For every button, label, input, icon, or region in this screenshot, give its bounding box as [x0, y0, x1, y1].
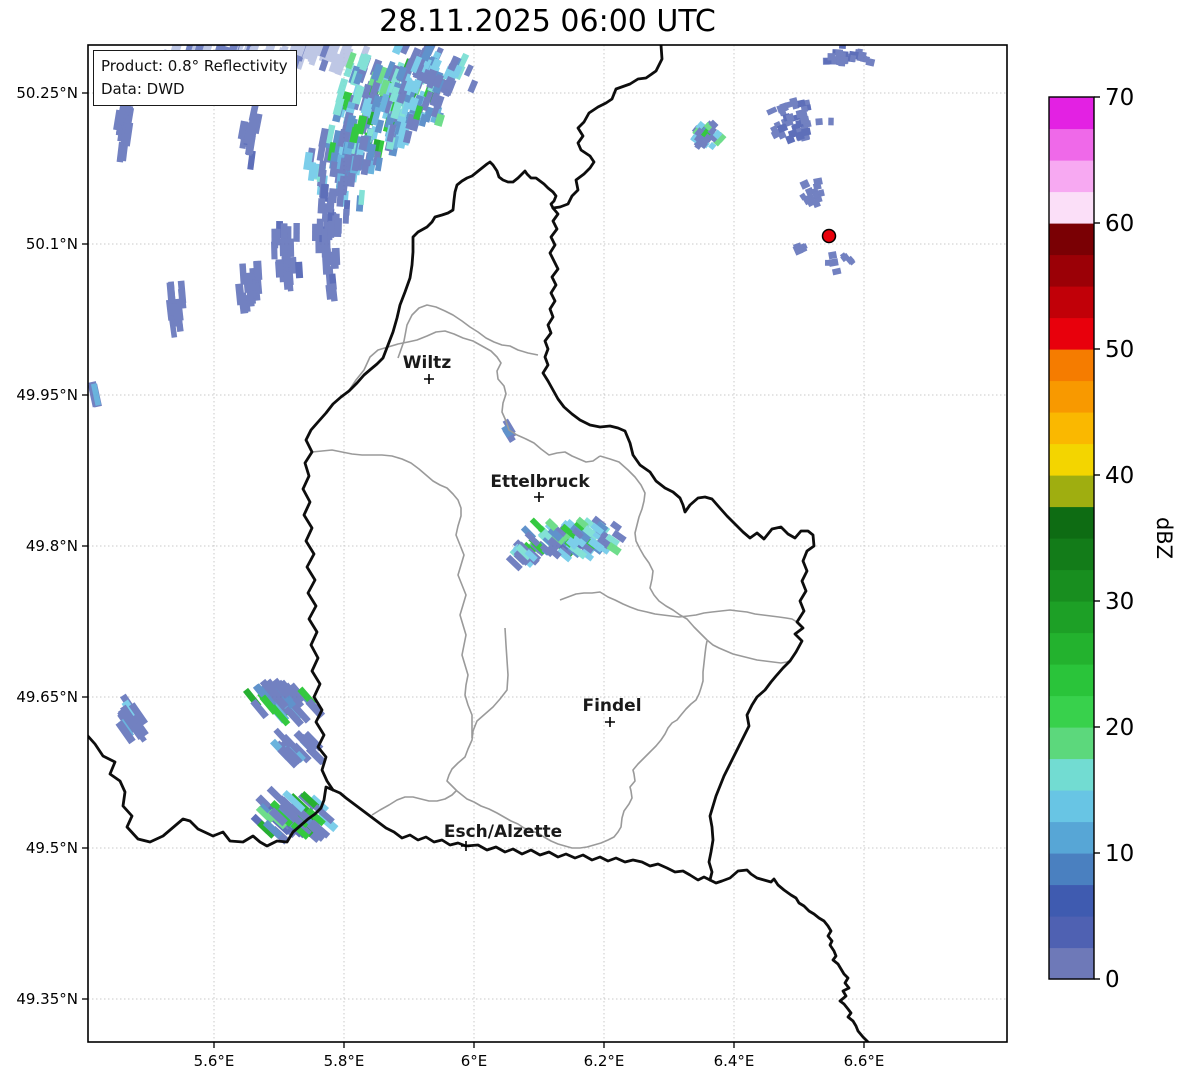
echo-cell — [849, 54, 857, 63]
colorbar-segment — [1049, 916, 1094, 949]
city-label: Wiltz — [403, 353, 452, 373]
colorbar-segment — [1049, 380, 1094, 413]
city-label: Ettelbruck — [490, 472, 590, 492]
colorbar-tick-label: 70 — [1105, 85, 1134, 111]
colorbar-segment — [1049, 223, 1094, 256]
colorbar-segment — [1049, 853, 1094, 886]
lon-tick-label: 6.2°E — [584, 1052, 625, 1070]
colorbar-segment — [1049, 569, 1094, 602]
colorbar-segment — [1049, 695, 1094, 728]
lon-tick-label: 5.6°E — [194, 1052, 235, 1070]
echo-cell — [317, 198, 326, 214]
colorbar-segment — [1049, 286, 1094, 319]
echo-cell — [321, 228, 328, 247]
echo-cell — [342, 208, 350, 224]
echo-cell — [828, 117, 834, 126]
echo-cell — [800, 105, 809, 113]
map-plot: 5.6°E 5.8°E 6°E 6.2°E 6.4°E 6.6°E 50.25°N 50.1°… — [16, 44, 1176, 1070]
echo-cell — [245, 273, 254, 292]
echo-cell — [327, 220, 335, 236]
colorbar-segment — [1049, 538, 1094, 571]
echo-cell — [295, 261, 304, 279]
colorbar: 0 10 20 30 40 50 60 70 dBZ — [1048, 85, 1176, 993]
colorbar-tick-label: 40 — [1105, 463, 1134, 489]
lat-tick-label: 50.25°N — [16, 84, 78, 102]
colorbar-segment — [1049, 317, 1094, 350]
echo-cell — [293, 222, 300, 242]
info-box-product-line: Product: 0.8° Reflectivity — [101, 57, 288, 75]
echo-cell — [815, 118, 823, 126]
lat-tick-label: 49.5°N — [26, 839, 78, 857]
colorbar-segment — [1049, 790, 1094, 823]
lat-tick-label: 49.65°N — [16, 688, 78, 706]
colorbar-segment — [1049, 475, 1094, 508]
colorbar-segment — [1049, 160, 1094, 193]
echo-cell — [839, 56, 849, 65]
colorbar-segment — [1049, 884, 1094, 917]
echo-cell — [327, 192, 336, 210]
colorbar-tick-label: 30 — [1105, 589, 1134, 615]
lat-tick-label: 49.8°N — [26, 537, 78, 555]
echo-cell — [330, 251, 339, 270]
lon-tick-label: 6°E — [461, 1052, 488, 1070]
lon-tick-label: 6.6°E — [844, 1052, 885, 1070]
colorbar-tick-label: 0 — [1105, 967, 1120, 993]
echo-cell — [828, 251, 838, 260]
colorbar-segment — [1049, 758, 1094, 791]
colorbar-segment — [1049, 664, 1094, 697]
city-label: Findel — [582, 696, 641, 716]
echo-cell — [322, 256, 331, 275]
colorbar-axis-label: dBZ — [1152, 517, 1176, 559]
echo-cell — [824, 259, 833, 266]
echo-cell — [280, 223, 288, 240]
echo-cell — [827, 53, 836, 61]
colorbar-segment — [1049, 128, 1094, 161]
colorbar-tick-label: 20 — [1105, 715, 1134, 741]
lat-tick-label: 49.35°N — [16, 990, 78, 1008]
echo-cell — [334, 217, 342, 234]
info-box-source-line: Data: DWD — [101, 79, 185, 98]
colorbar-tick-label: 60 — [1105, 211, 1134, 237]
colorbar-tick-label: 10 — [1105, 841, 1134, 867]
colorbar-segment — [1049, 601, 1094, 634]
colorbar-segment — [1049, 632, 1094, 665]
city-label: Esch/Alzette — [444, 822, 562, 842]
lon-tick-label: 5.8°E — [324, 1052, 365, 1070]
lat-tick-label: 50.1°N — [26, 235, 78, 253]
colorbar-segment — [1049, 506, 1094, 539]
colorbar-segment — [1049, 947, 1094, 980]
echo-cell — [271, 228, 279, 249]
echo-cell — [282, 271, 292, 290]
echo-cell — [279, 238, 288, 257]
lat-tick-label: 49.95°N — [16, 386, 78, 404]
colorbar-segment — [1049, 727, 1094, 760]
colorbar-segment — [1049, 254, 1094, 287]
colorbar-segment — [1049, 349, 1094, 382]
echo-cell — [346, 45, 359, 47]
colorbar-segment — [1049, 443, 1094, 476]
info-box: Product: 0.8° Reflectivity Data: DWD — [93, 50, 297, 106]
echo-cell — [275, 259, 285, 277]
colorbar-tick-label: 50 — [1105, 337, 1134, 363]
colorbar-segment — [1049, 97, 1094, 130]
colorbar-segment — [1049, 191, 1094, 224]
radar-site-marker — [821, 228, 837, 244]
colorbar-segment — [1049, 412, 1094, 445]
colorbar-segment — [1049, 821, 1094, 854]
lon-tick-label: 6.4°E — [714, 1052, 755, 1070]
echo-cell — [254, 260, 263, 281]
